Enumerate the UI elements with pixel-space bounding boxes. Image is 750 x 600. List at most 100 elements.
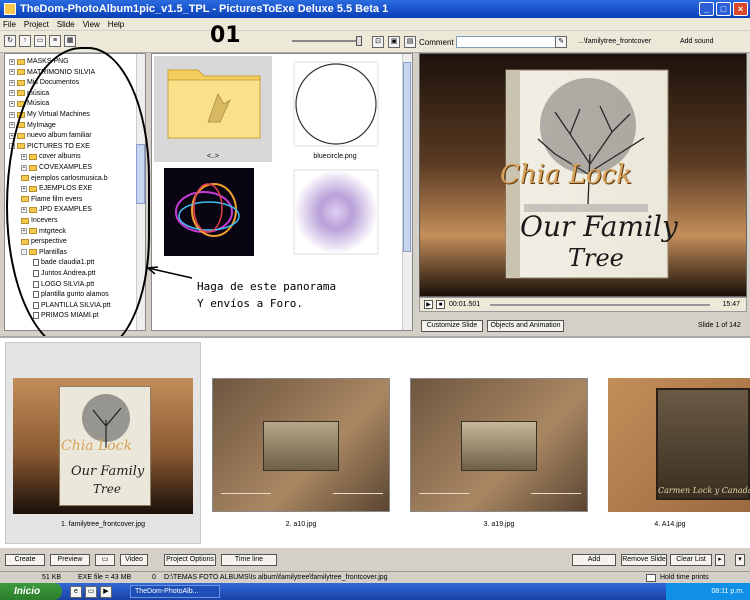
quick-launch: e ▭ ▶ [70, 586, 112, 598]
expand-icon[interactable]: + [9, 90, 15, 97]
expand-icon[interactable]: + [9, 111, 15, 118]
slide-caption-3: 3. a19.jpg [483, 521, 515, 528]
expand-icon[interactable]: + [9, 58, 15, 65]
browser-item-bluecircle[interactable]: bluecircle.png [276, 56, 394, 162]
expand-icon[interactable]: + [9, 79, 15, 86]
menu-project[interactable]: Project [24, 20, 49, 29]
add-sound-button[interactable]: Add sound [680, 38, 713, 45]
radial-gradient-thumbnail [293, 169, 379, 255]
close-button[interactable]: × [733, 2, 748, 16]
thumbs-icon[interactable]: ▦ [64, 35, 76, 47]
video-button[interactable]: Video [120, 554, 148, 566]
slide-preview[interactable]: Chia Lock Our Family Tree [419, 53, 747, 297]
sound-file-label: ...\familytree_frontcover [578, 38, 652, 45]
old-photo-portrait [656, 388, 750, 500]
mini-title-line2: Tree [93, 482, 121, 496]
list-icon[interactable]: ≡ [49, 35, 61, 47]
app-icon [4, 3, 16, 15]
browser-scrollbar[interactable] [402, 54, 412, 330]
comment-input[interactable] [456, 36, 564, 48]
maximize-button[interactable]: □ [716, 2, 731, 16]
slide-caption-1: 1. familytree_frontcover.jpg [60, 521, 146, 528]
desktop-icon[interactable]: ▭ [85, 586, 97, 598]
browser-scrollbar-thumb[interactable] [403, 62, 411, 252]
system-tray-clock[interactable]: 08:11 p.m. [666, 583, 750, 600]
play-button[interactable]: ▶ [424, 300, 433, 309]
browser-item-swirl[interactable] [154, 166, 272, 272]
minimize-button[interactable]: _ [699, 2, 714, 16]
timeline-track[interactable] [490, 304, 710, 306]
comment-edit-icon[interactable]: ✎ [555, 36, 567, 48]
slide-caption-4: 4. A14.jpg [654, 521, 686, 528]
browse-icon[interactable]: ▤ [404, 36, 416, 48]
fullscreen-icon[interactable]: ▭ [95, 554, 115, 566]
folder-icon [17, 69, 25, 76]
slide-thumbnail-2[interactable] [212, 378, 390, 512]
taskbar: Inicio e ▭ ▶ TheDom-PhotoAlb... 08:11 p.… [0, 583, 750, 600]
decor-line [333, 493, 383, 494]
window-title: TheDom-PhotoAlbum1pic_v1.5_TPL - Picture… [20, 3, 389, 15]
hold-time-checkbox[interactable] [646, 574, 656, 582]
folder-icon [17, 79, 25, 86]
customize-slide-button[interactable]: Customize Slide [421, 320, 483, 332]
folder-icon [17, 90, 25, 97]
decor-line [419, 493, 469, 494]
slide-thumbnail-4[interactable]: Carmen Lock y Canadas [608, 378, 750, 512]
bluecircle-thumbnail [293, 61, 379, 147]
stop-icon[interactable]: ■ [436, 300, 445, 309]
player-bar: ▶ ■ 00:01.501 15:47 [419, 297, 747, 312]
menu-bar: File Project Slide View Help [0, 18, 750, 30]
ie-icon[interactable]: e [70, 586, 82, 598]
comment-label: Comment [419, 38, 454, 47]
clear-list-button[interactable]: Clear List [670, 554, 712, 566]
refresh-icon[interactable]: ↻ [4, 35, 16, 47]
menu-file[interactable]: File [3, 20, 16, 29]
hold-time-label: Hold time prints [660, 574, 709, 581]
crop-icon[interactable]: ⊡ [372, 36, 384, 48]
view-icon[interactable]: ▭ [34, 35, 46, 47]
current-time: 00:01.501 [449, 301, 481, 308]
annotation-text: Haga de este panorama Y envíos a Foro. [197, 280, 337, 310]
menu-view[interactable]: View [83, 20, 100, 29]
menu-help[interactable]: Help [108, 20, 124, 29]
hand-drawn-circle-annotation [6, 47, 150, 352]
total-time: 15:47 [722, 301, 740, 308]
menu-arrow-icon[interactable]: ▸ [715, 554, 725, 566]
browser-item-radial[interactable] [276, 166, 394, 272]
zoom-slider-thumb[interactable] [356, 36, 362, 46]
old-photo-group [461, 421, 537, 471]
settings-icon[interactable]: ▾ [735, 554, 745, 566]
status-exe-size: EXE file = 43 MB [78, 574, 132, 581]
media-icon[interactable]: ▶ [100, 586, 112, 598]
cover-title-line1: Our Family [520, 210, 678, 243]
expand-icon[interactable]: + [9, 69, 15, 76]
expand-icon[interactable]: + [9, 100, 15, 107]
add-button[interactable]: Add [572, 554, 616, 566]
expand-icon[interactable]: + [9, 122, 15, 129]
slide-strip: Chia Lock Our Family Tree 1. familytree_… [0, 336, 750, 548]
folder-up-icon[interactable]: ↑ [19, 35, 31, 47]
annotation-arrow-icon [147, 266, 193, 279]
slide-thumbnail-3[interactable] [410, 378, 588, 512]
status-bar: 51 KB EXE file = 43 MB 0 D:\TEMAS FOTO A… [0, 571, 750, 583]
remove-slide-button[interactable]: Remove Slide [621, 554, 667, 566]
cover-title-line2: Tree [568, 244, 624, 272]
create-button[interactable]: Create [5, 554, 45, 566]
objects-animation-button[interactable]: Objects and Animation [487, 320, 564, 332]
status-size: 51 KB [42, 574, 62, 581]
timeline-button[interactable]: Time line [221, 554, 277, 566]
zoom-slider-track [292, 40, 362, 42]
folder-icon [167, 69, 261, 139]
status-position: 0 [152, 574, 156, 581]
preview-button[interactable]: Preview [50, 554, 90, 566]
taskbar-app-button[interactable]: TheDom-PhotoAlb... [130, 585, 220, 598]
photo-caption: Carmen Lock y Canadas [658, 486, 750, 495]
slide-thumbnail-1[interactable]: Chia Lock Our Family Tree [13, 378, 193, 514]
start-button[interactable]: Inicio [0, 583, 62, 600]
menu-slide[interactable]: Slide [57, 20, 75, 29]
folder-icon[interactable]: ▣ [388, 36, 400, 48]
browser-item-up-folder[interactable]: <..> [154, 56, 272, 162]
title-bar: TheDom-PhotoAlbum1pic_v1.5_TPL - Picture… [0, 0, 750, 18]
browser-item-caption: bluecircle.png [313, 153, 357, 160]
project-options-button[interactable]: Project Options [164, 554, 216, 566]
